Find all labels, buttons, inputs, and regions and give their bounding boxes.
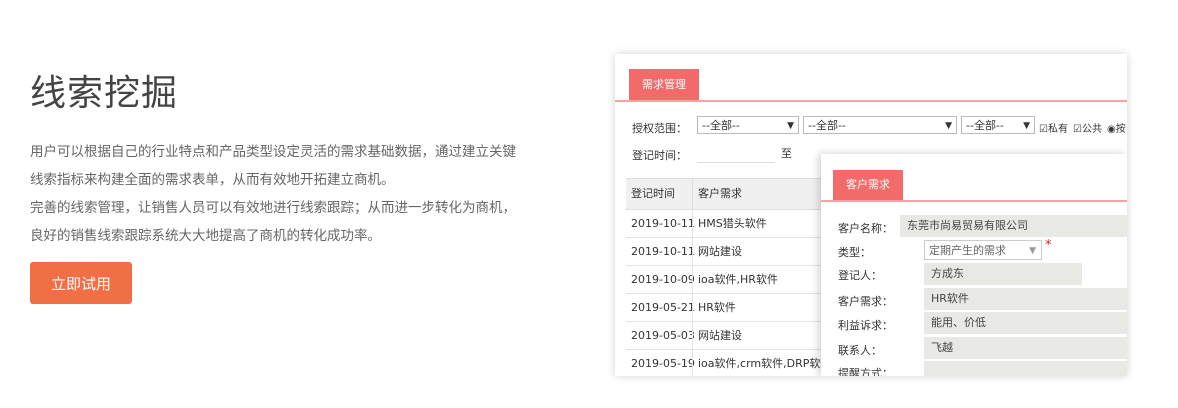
column-header: 客户需求: [692, 179, 826, 209]
interest-label: 利益诉求：: [838, 319, 893, 332]
public-checkbox[interactable]: ☑公共: [1073, 120, 1102, 135]
required-mark: *: [1045, 238, 1052, 253]
table-cell: 2019-10-11: [631, 217, 695, 230]
reminder-field[interactable]: [924, 361, 1127, 376]
table-cell: HR软件: [692, 294, 826, 321]
scope-select-3-value: --全部--: [966, 119, 1004, 132]
table-row[interactable]: 2019-05-19 ioa软件,crm软件,DRP软件: [626, 350, 831, 376]
filter-radio[interactable]: ◉按: [1107, 120, 1126, 135]
table-cell: 2019-05-19: [631, 357, 695, 370]
table-row[interactable]: 2019-05-21 HR软件: [626, 294, 826, 322]
chevron-down-icon: ▼: [787, 121, 794, 131]
contact-label: 联系人：: [838, 344, 882, 357]
tab-demand-management[interactable]: 需求管理: [629, 69, 699, 100]
scope-select-1[interactable]: --全部-- ▼: [697, 116, 799, 134]
reminder-label: 提醒方式：: [838, 367, 893, 376]
customer-name-label: 客户名称：: [838, 222, 893, 235]
table-row[interactable]: 2019-05-03 网站建设: [626, 322, 826, 350]
interest-field[interactable]: 能用、价低: [924, 312, 1127, 334]
date-label: 登记时间：: [632, 149, 687, 162]
table-cell: ioa软件,crm软件,DRP软件: [692, 350, 831, 376]
tab-bar: 需求管理: [615, 54, 1127, 102]
date-start-input[interactable]: [697, 144, 775, 163]
date-to-label: 至: [781, 147, 792, 160]
table-cell: 网站建设: [692, 238, 826, 265]
customer-name-field[interactable]: 东莞市尚易贸易有限公司: [900, 215, 1127, 237]
demand-label: 客户需求：: [838, 295, 893, 308]
type-label: 类型：: [838, 246, 871, 259]
table-cell: ioa软件,HR软件: [692, 266, 826, 293]
scope-select-3[interactable]: --全部-- ▼: [961, 116, 1035, 134]
popup-tab-bar: 客户需求: [821, 154, 1127, 202]
column-header: 登记时间: [631, 187, 675, 200]
hero-section: 线索挖掘 用户可以根据自己的行业特点和产品类型设定灵活的需求基础数据，通过建立关…: [30, 64, 570, 250]
hero-title: 线索挖掘: [30, 73, 179, 114]
contact-field[interactable]: 飞越: [924, 337, 1127, 359]
type-select[interactable]: 定期产生的需求 ▼: [924, 240, 1042, 260]
customer-demand-popup: 客户需求 客户名称： 东莞市尚易贸易有限公司 类型： 定期产生的需求 ▼ * 登记…: [821, 154, 1127, 376]
table-cell: 2019-10-09: [631, 273, 695, 286]
demand-field[interactable]: HR软件: [924, 288, 1127, 310]
type-select-value: 定期产生的需求: [929, 244, 1006, 257]
table-cell: 2019-05-03: [631, 329, 695, 342]
scope-label: 授权范围：: [632, 122, 687, 135]
table-cell: 网站建设: [692, 322, 826, 349]
private-checkbox[interactable]: ☑私有: [1039, 120, 1068, 135]
table-row[interactable]: 2019-10-11 HMS猎头软件: [626, 210, 826, 238]
table-cell: 2019-05-21: [631, 301, 695, 314]
hero-paragraph-line: 良好的销售线索跟踪系统大大地提高了商机的转化成功率。: [30, 228, 381, 244]
hero-description: 用户可以根据自己的行业特点和产品类型设定灵活的需求基础数据，通过建立关键 线索指…: [30, 138, 570, 250]
table-header: 登记时间 客户需求: [626, 178, 826, 210]
table-cell: 2019-10-11: [631, 245, 695, 258]
table-row[interactable]: 2019-10-11 网站建设: [626, 238, 826, 266]
registrant-label: 登记人：: [838, 269, 882, 282]
registrant-field[interactable]: 方成东: [924, 263, 1082, 285]
hero-paragraph-line: 用户可以根据自己的行业特点和产品类型设定灵活的需求基础数据，通过建立关键: [30, 144, 516, 160]
scope-select-1-value: --全部--: [702, 119, 740, 132]
app-screenshot: 需求管理 授权范围： --全部-- ▼ --全部-- ▼ --全部-- ▼ ☑私有 ☑…: [615, 54, 1127, 376]
chevron-down-icon: ▼: [945, 121, 952, 131]
scope-select-2-value: --全部--: [808, 119, 846, 132]
table-row[interactable]: 2019-10-09 ioa软件,HR软件: [626, 266, 826, 294]
try-now-button[interactable]: 立即试用: [30, 262, 132, 304]
demand-table: 登记时间 客户需求 2019-10-11 HMS猎头软件 2019-10-11 …: [626, 178, 831, 376]
chevron-down-icon: ▼: [1029, 246, 1036, 256]
hero-paragraph-line: 完善的线索管理，让销售人员可以有效地进行线索跟踪；从而进一步转化为商机，: [30, 200, 516, 216]
table-cell: HMS猎头软件: [692, 210, 826, 237]
hero-paragraph-line: 线索指标来构建全面的需求表单，从而有效地开拓建立商机。: [30, 172, 395, 188]
chevron-down-icon: ▼: [1023, 121, 1030, 131]
tab-customer-demand[interactable]: 客户需求: [833, 170, 903, 200]
scope-select-2[interactable]: --全部-- ▼: [803, 116, 957, 134]
